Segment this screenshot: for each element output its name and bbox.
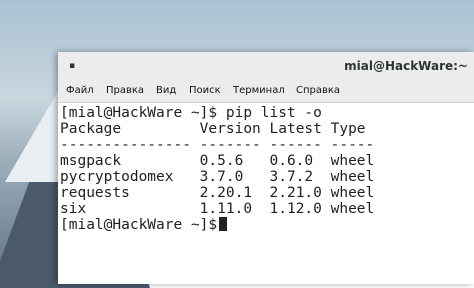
terminal-window[interactable]: ▪ mial@HackWare:~ Файл Правка Вид Поиск …: [58, 52, 474, 284]
menu-help[interactable]: Справка: [296, 85, 340, 96]
menu-edit[interactable]: Правка: [106, 85, 144, 96]
terminal-line-separator: --------------- ------- ------ -----: [60, 137, 375, 153]
terminal-cursor: [219, 217, 228, 231]
menu-view[interactable]: Вид: [156, 85, 176, 96]
terminal-line-package: pycryptodomex 3.7.0 3.7.2 wheel: [60, 169, 375, 185]
window-title: mial@HackWare:~: [344, 59, 468, 73]
window-menu-icon[interactable]: ▪: [69, 61, 75, 71]
menu-file[interactable]: Файл: [66, 85, 94, 96]
menu-search[interactable]: Поиск: [189, 85, 221, 96]
terminal-line-header: Package Version Latest Type: [60, 121, 366, 137]
terminal-line-command: [mial@HackWare ~]$ pip list -o: [60, 105, 322, 121]
terminal-line-package: six 1.11.0 1.12.0 wheel: [60, 201, 375, 217]
menu-terminal[interactable]: Терминал: [233, 85, 285, 96]
terminal-line-prompt[interactable]: [mial@HackWare ~]$: [60, 217, 228, 233]
menubar: Файл Правка Вид Поиск Терминал Справка: [58, 82, 474, 103]
terminal-line-package: requests 2.20.1 2.21.0 wheel: [60, 185, 375, 201]
titlebar[interactable]: ▪ mial@HackWare:~: [58, 52, 474, 82]
terminal-prompt-text: [mial@HackWare ~]$: [60, 217, 218, 233]
terminal-output[interactable]: [mial@HackWare ~]$ pip list -o Package V…: [58, 103, 474, 284]
terminal-line-package: msgpack 0.5.6 0.6.0 wheel: [60, 153, 375, 169]
